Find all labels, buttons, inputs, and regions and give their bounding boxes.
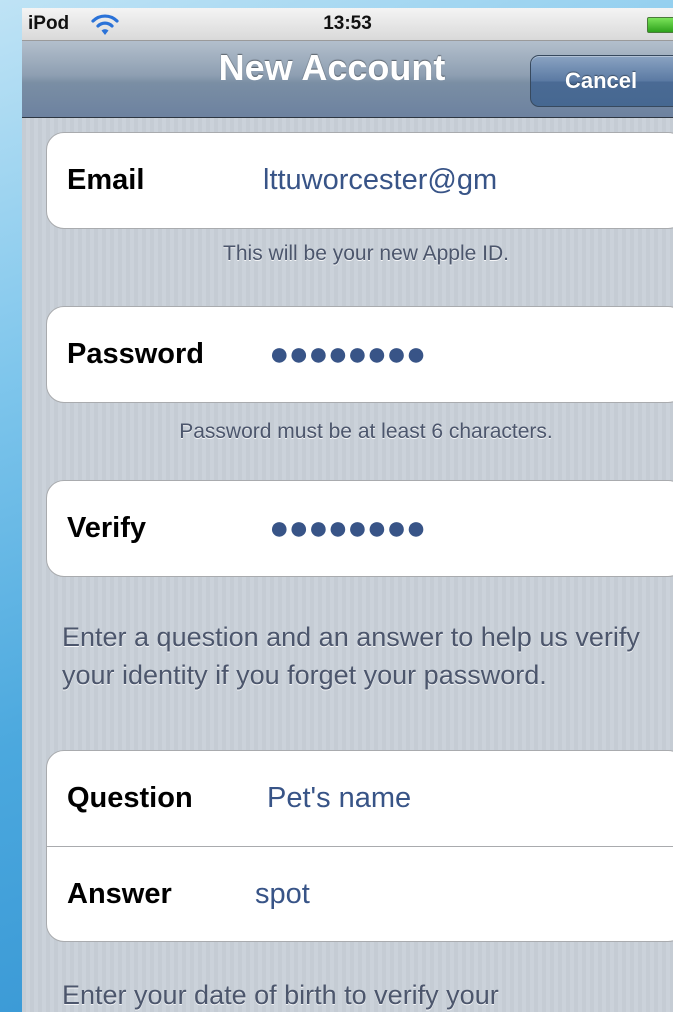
battery-icon (647, 17, 673, 33)
email-label: Email (67, 164, 145, 196)
date-of-birth-instructions: Enter your date of birth to verify your (62, 980, 499, 1010)
screen: iPod 13:53 New Account Cancel Email lttu… (22, 8, 673, 1012)
status-bar: iPod 13:53 (22, 8, 673, 41)
question-label: Question (67, 782, 193, 814)
security-question-group: Question Pet's name Answer spot (46, 750, 673, 942)
cancel-button[interactable]: Cancel (530, 55, 673, 107)
password-row[interactable]: Password ●●●●●●●● (47, 307, 673, 402)
password-label: Password (67, 338, 204, 370)
email-field[interactable]: lttuworcester@gm (263, 133, 497, 228)
question-field[interactable]: Pet's name (267, 751, 411, 846)
verify-row[interactable]: Verify ●●●●●●●● (47, 481, 673, 576)
security-question-instructions: Enter a question and an answer to help u… (62, 622, 640, 690)
email-group: Email lttuworcester@gm (46, 132, 673, 229)
verify-label: Verify (67, 512, 146, 544)
apple-id-hint: This will be your new Apple ID. (223, 242, 509, 265)
email-row[interactable]: Email lttuworcester@gm (47, 133, 673, 228)
password-hint: Password must be at least 6 characters. (179, 420, 553, 443)
question-row[interactable]: Question Pet's name (47, 751, 673, 846)
answer-row[interactable]: Answer spot (47, 846, 673, 941)
status-time: 13:53 (323, 13, 372, 34)
verify-group: Verify ●●●●●●●● (46, 480, 673, 577)
page-title: New Account (218, 47, 446, 88)
password-group: Password ●●●●●●●● (46, 306, 673, 403)
answer-field[interactable]: spot (255, 847, 310, 942)
navigation-bar: New Account Cancel (22, 41, 673, 118)
verify-password-field[interactable]: ●●●●●●●● (269, 481, 426, 576)
answer-label: Answer (67, 878, 172, 910)
password-field[interactable]: ●●●●●●●● (269, 307, 426, 402)
